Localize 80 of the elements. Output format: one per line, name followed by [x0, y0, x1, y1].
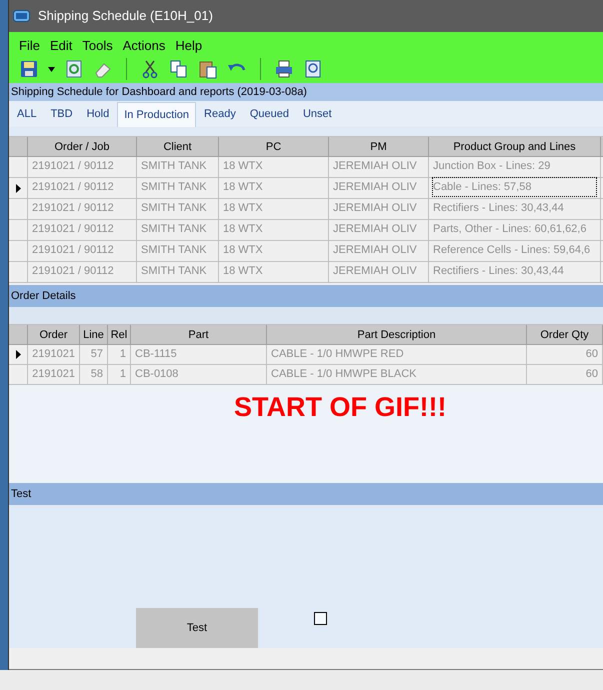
subtitle: Shipping Schedule for Dashboard and reports (2019-03-08a) [11, 84, 307, 100]
table-cell-text: JEREMIAH OLIV [333, 222, 417, 237]
tab[interactable]: Unset [296, 102, 338, 127]
column-header[interactable]: Order / Job [28, 137, 137, 156]
table-cell-text: 57 [90, 347, 103, 362]
window-title: Shipping Schedule (E10H_01) [38, 7, 213, 26]
print-preview-icon[interactable] [303, 59, 323, 79]
table-cell: Cable - Lines: 57,58 [433, 178, 596, 196]
table-cell-text: 2191021 / 90112 [32, 201, 114, 216]
table-cell-text: Junction Box - Lines: 29 [433, 159, 550, 174]
column-header[interactable]: Rel [108, 325, 131, 344]
table-cell-text: 60 [586, 347, 598, 362]
table-cell-text: JEREMIAH OLIV [333, 264, 417, 279]
section-title: Test [11, 486, 32, 502]
column-header[interactable]: PM [329, 137, 429, 156]
overlay-caption: START OF GIF!!! [234, 391, 446, 423]
table-cell-text: Reference Cells - Lines: 59,64,6 [433, 243, 590, 258]
table-cell-text: 2191021 / 90112 [32, 159, 114, 174]
refresh-icon[interactable] [64, 59, 84, 79]
table-cell-text: 18 WTX [223, 201, 263, 216]
scissors-icon[interactable] [140, 59, 160, 79]
table-cell-text: JEREMIAH OLIV [333, 243, 417, 258]
column-header[interactable]: Order [28, 325, 80, 344]
printer-icon[interactable] [274, 59, 294, 79]
table-cell-text: 2191021 / 90112 [32, 180, 114, 195]
table-cell-text: SMITH TANK [141, 222, 207, 237]
table-cell-text: SMITH TANK [141, 201, 207, 216]
table-cell-text: JEREMIAH OLIV [333, 159, 417, 174]
table-cell-text: 2191021 / 90112 [32, 222, 114, 237]
column-header[interactable]: PC [219, 137, 329, 156]
tab[interactable]: Queued [244, 102, 295, 127]
column-header[interactable]: Client [137, 137, 219, 156]
table-cell-text: 18 WTX [223, 159, 263, 174]
copy-icon[interactable] [169, 59, 189, 79]
column-header[interactable]: Order Qty [527, 325, 603, 344]
table-cell-text: 18 WTX [223, 180, 263, 195]
table-cell-text: Rectifiers - Lines: 30,43,44 [433, 264, 564, 279]
tab[interactable]: In Production [117, 102, 196, 127]
checkbox[interactable] [314, 612, 327, 625]
test-button[interactable]: Test [136, 608, 258, 648]
table-cell-text: JEREMIAH OLIV [333, 201, 417, 216]
table-cell-text: Rectifiers - Lines: 30,43,44 [433, 201, 564, 216]
table-cell-text: 2191021 [32, 367, 75, 382]
column-header[interactable]: Part [131, 325, 267, 344]
menu-item[interactable]: Tools [82, 36, 113, 56]
column-header[interactable]: Product Group and Lines [429, 137, 601, 156]
table-cell-text: 1 [120, 367, 126, 382]
column-header[interactable]: Part Description [267, 325, 527, 344]
table-cell-text: SMITH TANK [141, 243, 207, 258]
table-cell-text: CABLE - 1/0 HMWPE BLACK [271, 367, 416, 382]
tab[interactable]: Hold [80, 102, 116, 127]
table-cell-text: 58 [90, 367, 103, 382]
table-cell-text: 18 WTX [223, 222, 263, 237]
window-icon [13, 10, 30, 22]
table-cell-text: CABLE - 1/0 HMWPE RED [271, 347, 404, 362]
table-cell-text: 60 [586, 367, 598, 382]
caret-icon[interactable] [48, 66, 55, 72]
menu-item[interactable]: Edit [50, 36, 72, 56]
tab[interactable]: Ready [198, 102, 242, 127]
table-cell-text: 1 [120, 347, 126, 362]
section-title: Order Details [11, 288, 76, 304]
table-cell-text: CB-0108 [135, 367, 178, 382]
table-cell-text: SMITH TANK [141, 180, 207, 195]
table-cell-text: 2191021 / 90112 [32, 264, 114, 279]
table-cell-text: SMITH TANK [141, 264, 207, 279]
table-cell-text: 18 WTX [223, 243, 263, 258]
clipboard-icon[interactable] [198, 59, 218, 79]
table-cell-text: 2191021 / 90112 [32, 243, 114, 258]
tab[interactable]: TBD [44, 102, 79, 127]
column-header[interactable]: Line [80, 325, 108, 344]
table-cell-text: SMITH TANK [141, 159, 207, 174]
table-cell-text: 18 WTX [223, 264, 263, 279]
table-cell-text: CB-1115 [135, 347, 177, 362]
table-cell-text: Parts, Other - Lines: 60,61,62,6 [433, 222, 586, 237]
tab[interactable]: ALL [11, 102, 43, 127]
menu-item[interactable]: Actions [122, 36, 166, 56]
menu-item[interactable]: File [19, 36, 40, 56]
menu-item[interactable]: Help [175, 36, 202, 56]
table-cell-text: JEREMIAH OLIV [333, 180, 417, 195]
table-cell-text: 2191021 [32, 347, 75, 362]
